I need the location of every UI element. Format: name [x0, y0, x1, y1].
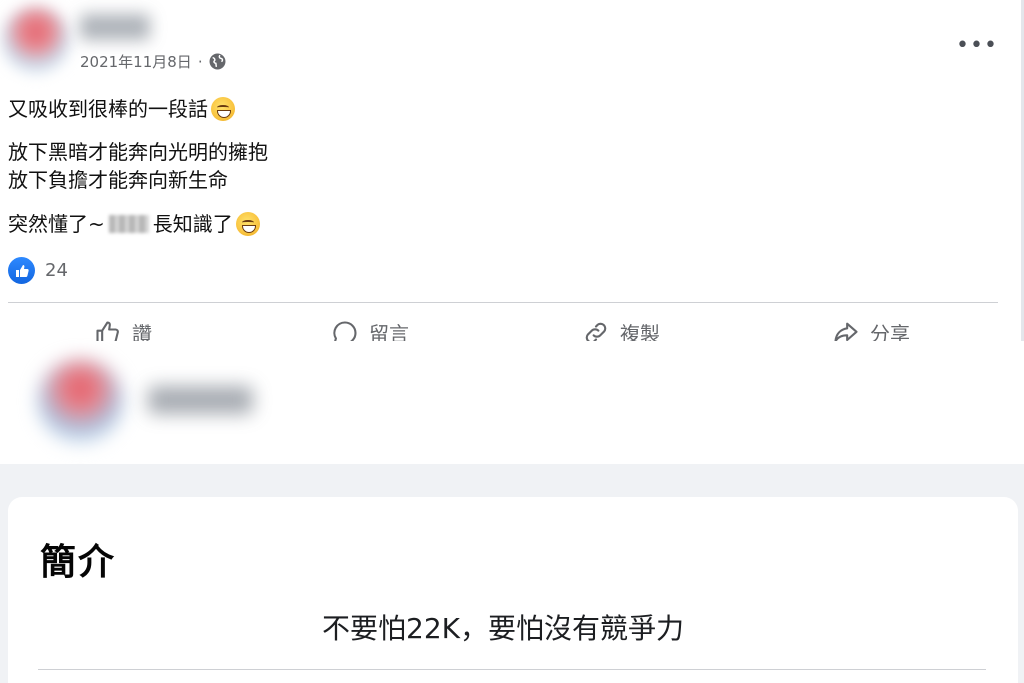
- copy-button[interactable]: 複製: [582, 318, 660, 341]
- author-name-blurred[interactable]: [80, 14, 150, 40]
- post-text: 長知識了: [152, 212, 233, 236]
- profile-header: [0, 341, 1024, 464]
- comment-button[interactable]: 留言: [331, 318, 409, 341]
- like-button[interactable]: 讚: [94, 318, 152, 341]
- globe-icon: [209, 53, 226, 70]
- share-button[interactable]: 分享: [832, 318, 910, 341]
- more-options-icon[interactable]: •••: [956, 35, 998, 57]
- divider: [38, 669, 986, 670]
- post-meta: 2021年11月8日 ·: [80, 51, 226, 72]
- like-label: 讚: [132, 322, 152, 341]
- post-text: 突然懂了~: [8, 212, 105, 236]
- author-avatar[interactable]: [2, 6, 70, 74]
- intro-bio: 不要怕22K，要怕沒有競爭力: [322, 612, 684, 645]
- post-actions-bar: 讚 留言 複製 分享: [0, 318, 1024, 341]
- reactions-summary[interactable]: 24: [8, 257, 68, 284]
- copy-label: 複製: [620, 322, 660, 341]
- intro-title: 簡介: [40, 542, 117, 583]
- intro-card: 簡介 不要怕22K，要怕沒有競爭力: [8, 497, 1018, 683]
- comment-icon: [333, 320, 357, 341]
- divider: [8, 302, 998, 303]
- profile-name-blurred[interactable]: [148, 386, 253, 414]
- mosaic-blur: [108, 215, 149, 233]
- post-text: 又吸收到很棒的一段話: [8, 97, 208, 121]
- smiling-emoji-icon: [235, 212, 260, 236]
- thumbs-up-icon: [96, 320, 119, 341]
- post-text-line-1: 又吸收到很棒的一段話: [8, 96, 235, 122]
- post-date[interactable]: 2021年11月8日: [80, 51, 192, 72]
- profile-avatar[interactable]: [38, 359, 123, 444]
- meta-separator: ·: [197, 52, 203, 71]
- post-text: 放下黑暗才能奔向光明的擁抱: [8, 140, 268, 164]
- thumbs-up-icon: [8, 257, 35, 284]
- post-text-line-4: 突然懂了~ 長知識了: [8, 211, 260, 237]
- like-count: 24: [45, 260, 68, 281]
- share-label: 分享: [870, 322, 910, 341]
- post-text: 放下負擔才能奔向新生命: [8, 168, 228, 192]
- link-icon: [585, 322, 607, 341]
- share-icon: [834, 322, 858, 341]
- comment-label: 留言: [369, 322, 409, 341]
- grinning-emoji-icon: [211, 97, 235, 121]
- post-text-line-3: 放下負擔才能奔向新生命: [8, 167, 228, 193]
- post-card: 2021年11月8日 · ••• 又吸收到很棒的一段話 放下黑暗才能奔向光明的擁…: [0, 0, 1024, 341]
- post-text-line-2: 放下黑暗才能奔向光明的擁抱: [8, 139, 268, 165]
